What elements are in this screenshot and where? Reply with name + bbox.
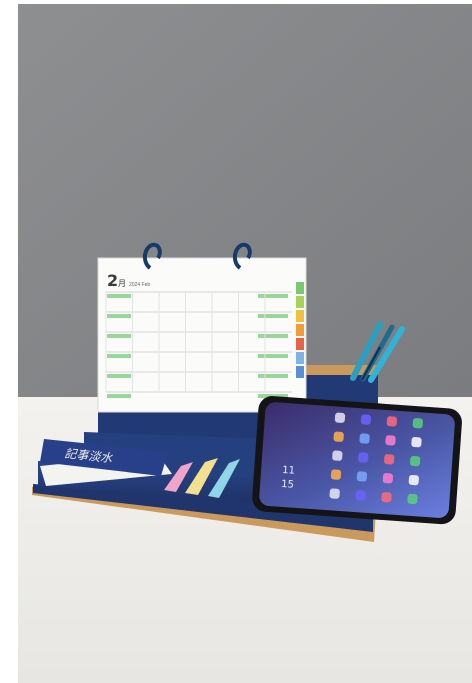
- calendar-highlight-right: [258, 334, 288, 338]
- calendar-month-suffix: 月: [118, 279, 126, 288]
- app-icon: [407, 493, 418, 505]
- calendar-month-tabs: [296, 282, 304, 378]
- desk-calendar: 2 月 2024 Feb: [97, 242, 307, 413]
- app-icon: [356, 471, 368, 482]
- calendar-highlight-left: [107, 294, 131, 298]
- app-icon: [412, 418, 423, 429]
- calendar-highlight-right: [258, 314, 288, 318]
- calendar-highlight-right: [258, 354, 288, 358]
- app-icon: [330, 469, 342, 480]
- app-icon: [332, 450, 343, 461]
- app-icon: [382, 473, 394, 484]
- calendar-highlight-left: [107, 354, 131, 358]
- app-icon: [355, 490, 366, 501]
- app-icon: [408, 474, 419, 486]
- smartphone: 11 15: [252, 396, 462, 525]
- calendar-month-tab: [296, 324, 304, 336]
- calendar-highlight-right: [258, 294, 288, 298]
- phone-clock-hour: 11: [282, 465, 295, 477]
- app-icon: [359, 433, 370, 444]
- calendar-month-tab: [296, 310, 304, 322]
- app-icon: [360, 414, 372, 425]
- calendar-month-tab: [296, 296, 304, 308]
- calendar-highlight-left: [107, 374, 131, 378]
- product-photo: 2 月 2024 Feb 記事淡水 11 15: [0, 0, 472, 683]
- calendar-highlight-left: [107, 394, 131, 398]
- calendar-month-number: 2: [107, 271, 118, 290]
- calendar-highlight-right: [258, 374, 288, 378]
- app-icon: [385, 435, 396, 446]
- app-icon: [329, 488, 340, 499]
- phone-clock-minute: 15: [281, 479, 294, 491]
- calendar-month-title: 2024 Feb: [129, 282, 150, 288]
- calendar-month-tab: [296, 366, 304, 378]
- calendar-highlight-left: [107, 334, 131, 338]
- app-icon: [384, 454, 395, 465]
- app-icon: [358, 452, 369, 463]
- phone-screen: [259, 402, 455, 518]
- app-icon: [381, 492, 392, 503]
- calendar-month-tab: [296, 282, 304, 294]
- calendar-month-tab: [296, 352, 304, 364]
- calendar-month-tab: [296, 338, 304, 350]
- app-icon: [334, 412, 346, 423]
- app-icon: [411, 437, 422, 448]
- calendar-highlight-left: [107, 314, 131, 318]
- app-icon: [333, 431, 344, 442]
- app-icon: [410, 455, 421, 467]
- app-icon: [386, 416, 397, 427]
